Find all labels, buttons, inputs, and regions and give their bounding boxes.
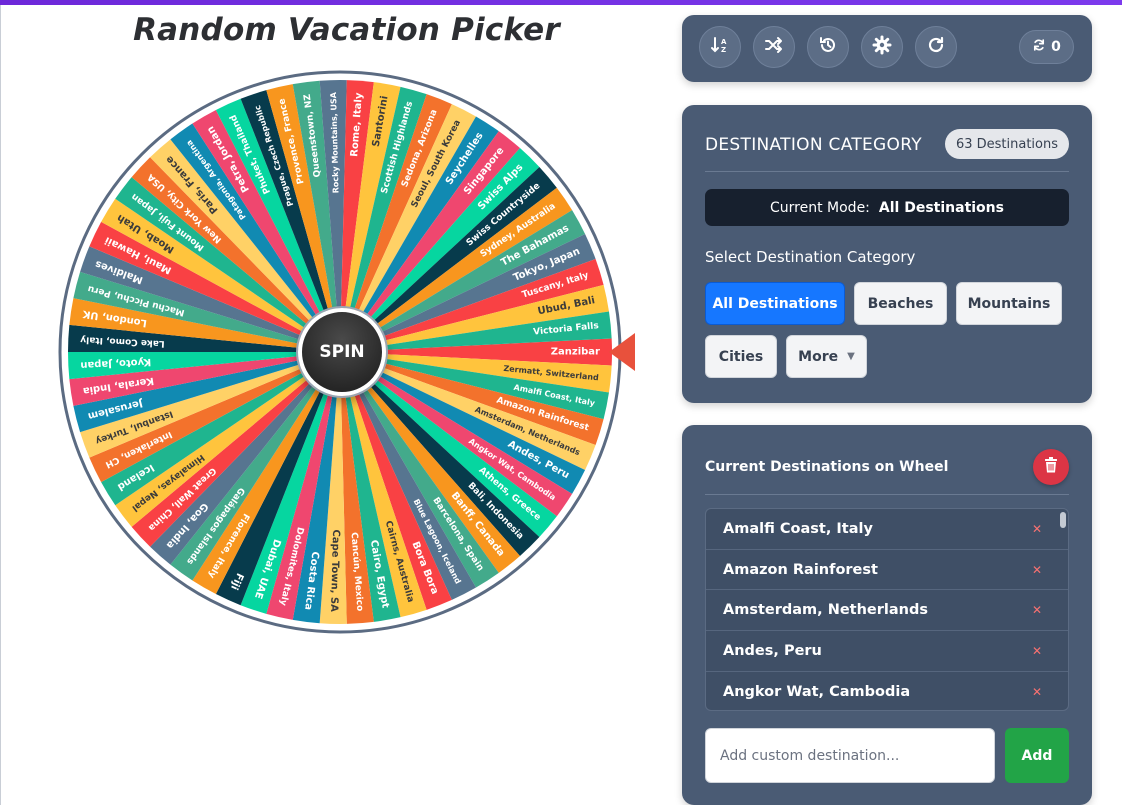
category-beaches-button[interactable]: Beaches [854,282,947,325]
sort-icon: AZ [710,35,730,59]
list-item: Amsterdam, Netherlands ✕ [706,590,1068,632]
list-scrollbar[interactable] [1060,512,1066,528]
destination-name: Andes, Peru [723,642,822,659]
svg-text:Z: Z [721,46,726,54]
wheel-segment-label: Cape Town, SA [328,529,341,612]
wheel-segment-label: Zanzibar [551,347,600,358]
current-destinations-panel: Current Destinations on Wheel Amalfi Coa… [682,425,1092,805]
shuffle-button[interactable] [753,26,795,68]
sort-button[interactable]: AZ [699,26,741,68]
list-item: Andes, Peru ✕ [706,631,1068,672]
category-cities-button[interactable]: Cities [705,335,777,378]
add-destination-button[interactable]: Add [1005,728,1069,783]
current-destinations-heading: Current Destinations on Wheel [705,459,949,475]
category-panel: DESTINATION CATEGORY 63 Destinations Cur… [682,105,1092,403]
destination-name: Amazon Rainforest [723,561,878,578]
list-item: Amazon Rainforest ✕ [706,550,1068,591]
category-heading: DESTINATION CATEGORY [705,135,922,155]
spin-counter: 0 [1019,30,1074,64]
remove-icon[interactable]: ✕ [1032,563,1042,577]
category-more-dropdown[interactable]: More ▼ [786,335,867,378]
reset-button[interactable] [915,26,957,68]
spin-button[interactable]: SPIN [298,308,386,396]
select-category-label: Select Destination Category [705,248,916,266]
destination-count-badge: 63 Destinations [944,129,1069,159]
destination-name: Angkor Wat, Cambodia [723,683,911,700]
redo-icon [926,35,946,59]
history-button[interactable] [807,26,849,68]
remove-icon[interactable]: ✕ [1032,522,1042,536]
left-border [0,5,1,805]
caret-down-icon: ▼ [847,351,855,362]
remove-icon[interactable]: ✕ [1032,685,1042,699]
destination-name: Amalfi Coast, Italy [723,520,873,537]
gear-icon [872,35,892,59]
destination-name: Amsterdam, Netherlands [723,602,929,619]
spin-count: 0 [1051,39,1061,55]
divider [705,171,1069,172]
destination-list[interactable]: Amalfi Coast, Italy ✕ Amazon Rainforest … [705,508,1069,711]
remove-icon[interactable]: ✕ [1032,644,1042,658]
shuffle-icon [764,35,784,59]
mode-label: Current Mode: [770,199,870,216]
top-accent-bar [0,0,1122,5]
sync-icon [1032,38,1046,56]
clear-all-button[interactable] [1033,449,1069,485]
current-mode-bar: Current Mode: All Destinations [705,189,1069,226]
svg-text:A: A [721,38,727,46]
list-item: Angkor Wat, Cambodia ✕ [706,672,1068,710]
category-all-button[interactable]: All Destinations [705,282,845,325]
custom-destination-input[interactable] [705,728,995,783]
list-item: Amalfi Coast, Italy ✕ [706,509,1068,550]
history-icon [818,35,838,59]
more-label: More [798,348,839,365]
remove-icon[interactable]: ✕ [1032,603,1042,617]
divider [705,494,1069,495]
wheel-pointer-icon [609,333,635,371]
mode-value: All Destinations [878,199,1004,216]
page-title: Random Vacation Picker [133,12,560,48]
toolbar-panel: AZ 0 [682,15,1092,82]
settings-button[interactable] [861,26,903,68]
trash-icon [1044,457,1058,477]
category-mountains-button[interactable]: Mountains [956,282,1062,325]
